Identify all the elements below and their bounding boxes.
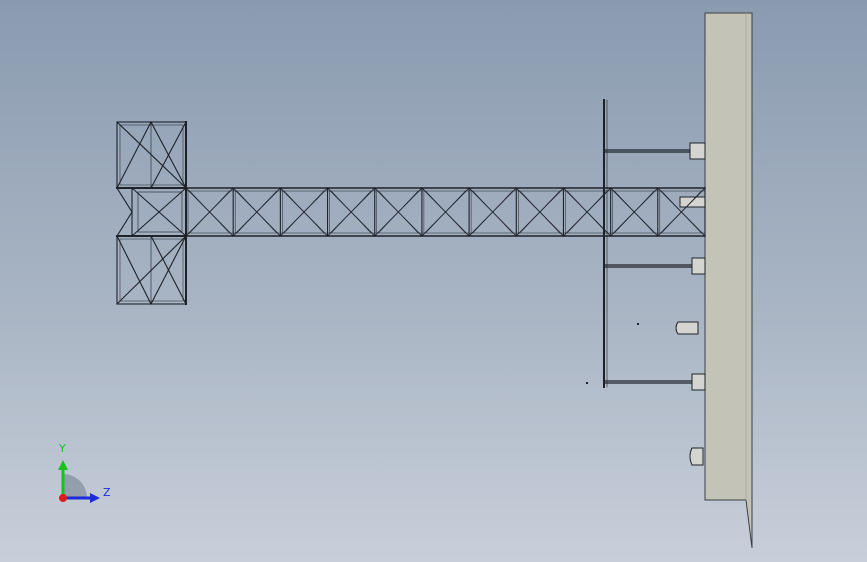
truss-boom[interactable]	[185, 187, 706, 237]
orientation-triad: Y Z	[48, 438, 118, 510]
graphics-viewport[interactable]: Y Z	[0, 0, 867, 562]
model-drawing[interactable]	[0, 0, 867, 562]
vertical-mast[interactable]	[603, 99, 608, 388]
truss-head[interactable]	[116, 121, 187, 305]
y-axis-label: Y	[59, 442, 66, 455]
stray-points	[586, 323, 639, 384]
wall-plate[interactable]	[704, 12, 753, 549]
z-axis-label: Z	[103, 486, 111, 499]
support-arms[interactable]	[603, 149, 693, 384]
